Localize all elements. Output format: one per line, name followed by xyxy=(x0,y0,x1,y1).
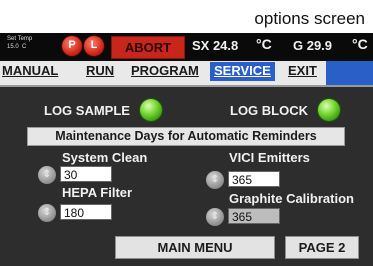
system-clean-stepper[interactable]: ⇕ xyxy=(38,166,56,184)
maintenance-header: Maintenance Days for Automatic Reminders xyxy=(27,127,345,146)
set-temp-value: 15.0 xyxy=(7,44,19,50)
lamp-button[interactable]: L xyxy=(84,36,104,56)
tab-run[interactable]: RUN xyxy=(86,63,114,78)
tab-manual[interactable]: MANUAL xyxy=(2,63,58,78)
vici-emitters-label: VICI Emitters xyxy=(229,150,310,165)
abort-button[interactable]: ABORT xyxy=(111,36,185,59)
stepper-icon: ⇕ xyxy=(210,174,220,185)
nav-bar-accent xyxy=(326,61,373,85)
page-2-button[interactable]: PAGE 2 xyxy=(285,236,359,259)
g-temperature: G 29.9 xyxy=(293,38,333,53)
stepper-icon: ⇕ xyxy=(210,211,220,222)
screen-caption: options screen xyxy=(254,9,365,28)
hepa-filter-stepper[interactable]: ⇕ xyxy=(38,204,56,222)
service-panel: LOG SAMPLE LOG BLOCK Maintenance Days fo… xyxy=(0,87,373,266)
stepper-icon: ⇕ xyxy=(42,169,52,180)
hepa-filter-field[interactable]: 180 xyxy=(60,204,112,220)
tab-program[interactable]: PROGRAM xyxy=(131,63,199,78)
hepa-filter-label: HEPA Filter xyxy=(62,185,133,200)
tab-service[interactable]: SERVICE xyxy=(210,62,275,81)
sx-temperature-unit: °C xyxy=(256,36,272,52)
log-block-indicator[interactable] xyxy=(318,99,340,121)
system-clean-label: System Clean xyxy=(62,150,148,165)
lamp-button-label: L xyxy=(90,39,98,51)
graphite-calibration-stepper[interactable]: ⇕ xyxy=(206,208,224,226)
vici-emitters-stepper[interactable]: ⇕ xyxy=(206,171,224,189)
log-sample-label: LOG SAMPLE xyxy=(44,103,130,118)
sx-temperature: SX 24.8 xyxy=(192,38,239,53)
set-temp-label: Set Temp xyxy=(7,36,33,42)
pump-button-label: P xyxy=(68,39,76,51)
log-sample-indicator[interactable] xyxy=(140,99,162,121)
g-temperature-unit: °C xyxy=(352,36,368,52)
log-block-label: LOG BLOCK xyxy=(230,103,308,118)
top-bar: Set Temp 15.0 C P L ABORT SX 24.8 °C G 2… xyxy=(0,33,373,59)
graphite-calibration-label: Graphite Calibration xyxy=(229,191,354,206)
device-screen: Set Temp 15.0 C P L ABORT SX 24.8 °C G 2… xyxy=(0,33,373,266)
main-menu-button[interactable]: MAIN MENU xyxy=(115,236,275,259)
stepper-icon: ⇕ xyxy=(42,207,52,218)
vici-emitters-field[interactable]: 365 xyxy=(228,171,280,187)
system-clean-field[interactable]: 30 xyxy=(60,166,112,182)
set-temp-readout: Set Temp 15.0 C xyxy=(7,35,32,51)
pump-button[interactable]: P xyxy=(62,36,82,56)
graphite-calibration-field[interactable]: 365 xyxy=(228,208,280,224)
set-temp-unit: C xyxy=(22,44,27,50)
tab-exit[interactable]: EXIT xyxy=(288,63,317,78)
